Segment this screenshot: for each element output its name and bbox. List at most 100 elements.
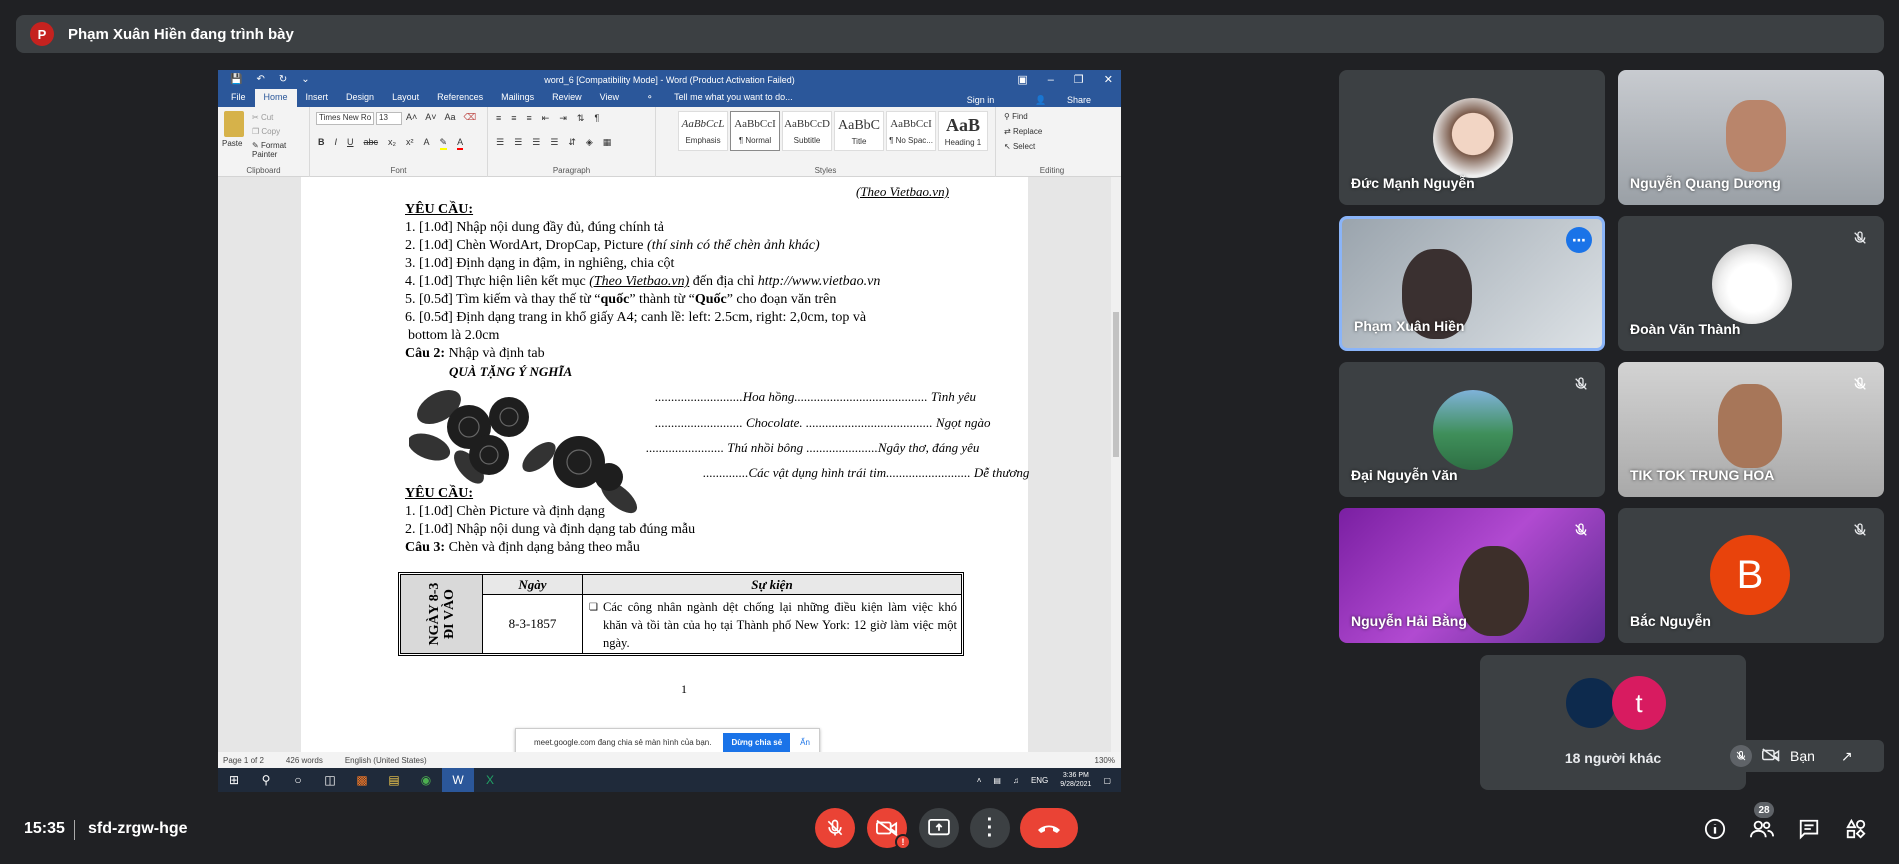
- underline-icon[interactable]: U: [347, 137, 354, 150]
- tab-view[interactable]: View: [591, 89, 628, 107]
- align-center-icon[interactable]: ☰: [514, 137, 522, 148]
- style-heading-1[interactable]: AaB Heading 1: [938, 111, 988, 151]
- self-mic-off-icon[interactable]: [1730, 745, 1752, 767]
- subscript-icon[interactable]: x₂: [388, 137, 396, 150]
- paste-icon[interactable]: [224, 111, 244, 137]
- more-options-button[interactable]: · · ·: [970, 808, 1010, 848]
- tab-home[interactable]: Home: [254, 89, 297, 107]
- justify-icon[interactable]: ☰: [550, 137, 558, 148]
- taskbar-clock[interactable]: 3:36 PM 9/28/2021: [1060, 771, 1091, 789]
- grow-font-icon[interactable]: A˄: [406, 112, 417, 123]
- excel-icon[interactable]: X: [474, 768, 506, 792]
- people-icon[interactable]: [1749, 816, 1775, 842]
- meeting-code[interactable]: sfd-zrgw-hge: [88, 820, 188, 838]
- replace-button[interactable]: ⇄ Replace: [1004, 127, 1042, 136]
- restore-icon[interactable]: ❐: [1074, 73, 1084, 86]
- shading-icon[interactable]: ◈: [586, 137, 593, 148]
- borders-icon[interactable]: ▦: [603, 137, 612, 148]
- style-no-spacing[interactable]: AaBbCcI ¶ No Spac...: [886, 111, 936, 151]
- input-language[interactable]: ENG: [1031, 776, 1048, 785]
- cut-button[interactable]: ✂ Cut: [252, 113, 273, 122]
- participant-tile[interactable]: Nguyễn Hải Bằng: [1339, 508, 1605, 643]
- highlight-icon[interactable]: ✎: [439, 137, 448, 150]
- participant-tile-active[interactable]: ⋯ Phạm Xuân Hiền: [1339, 216, 1605, 351]
- tab-layout[interactable]: Layout: [383, 89, 428, 107]
- font-color-icon[interactable]: A: [457, 137, 464, 150]
- camera-toggle-button[interactable]: !: [867, 808, 911, 850]
- chat-icon[interactable]: [1796, 816, 1822, 842]
- word-count[interactable]: 426 words: [286, 756, 323, 765]
- tab-file[interactable]: File: [222, 89, 255, 107]
- leave-call-button[interactable]: [1020, 808, 1078, 848]
- line-spacing-icon[interactable]: ⇵: [568, 137, 576, 148]
- participant-tile[interactable]: Nguyễn Quang Dương: [1618, 70, 1884, 205]
- language-status[interactable]: English (United States): [345, 756, 427, 765]
- participant-tile[interactable]: TIK TOK TRUNG HOA: [1618, 362, 1884, 497]
- hide-notice-link[interactable]: Ẩn: [800, 738, 810, 747]
- document-page[interactable]: (Theo Vietbao.vn) YÊU CẦU: 1. [1.0đ] Nhậ…: [301, 177, 1029, 752]
- align-left-icon[interactable]: ☰: [496, 137, 504, 148]
- network-icon[interactable]: ▤: [993, 776, 1001, 785]
- text-effects-icon[interactable]: A: [424, 137, 430, 150]
- search-icon[interactable]: ⚲: [250, 768, 282, 792]
- windows-start-icon[interactable]: ⊞: [218, 768, 250, 792]
- cortana-icon[interactable]: ○: [282, 768, 314, 792]
- tray-chevron-icon[interactable]: ˄: [977, 776, 982, 785]
- font-family-select[interactable]: Times New Ro: [316, 112, 374, 125]
- activities-icon[interactable]: [1843, 816, 1869, 842]
- tell-me-box[interactable]: ⚬ Tell me what you want to do...: [628, 89, 811, 107]
- tab-design[interactable]: Design: [337, 89, 383, 107]
- participant-tile[interactable]: Đức Mạnh Nguyễn: [1339, 70, 1605, 205]
- self-camera-off-icon[interactable]: [1762, 747, 1780, 765]
- stop-sharing-button[interactable]: Dừng chia sẻ: [723, 732, 791, 752]
- superscript-icon[interactable]: x²: [406, 137, 414, 150]
- align-right-icon[interactable]: ☰: [532, 137, 540, 148]
- format-painter-button[interactable]: ✎ Format Painter: [252, 141, 309, 159]
- participant-tile[interactable]: Đoàn Văn Thành: [1618, 216, 1884, 351]
- style-subtitle[interactable]: AaBbCcD Subtitle: [782, 111, 832, 151]
- meeting-info-icon[interactable]: [1702, 816, 1728, 842]
- style-title[interactable]: AaBbC Title: [834, 111, 884, 151]
- zoom-level[interactable]: 130%: [1095, 756, 1115, 765]
- select-button[interactable]: ↖ Select: [1004, 142, 1035, 151]
- style-emphasis[interactable]: AaBbCcL Emphasis: [678, 111, 728, 151]
- source-link[interactable]: (Theo Vietbao.vn): [856, 183, 949, 201]
- find-button[interactable]: ⚲ Find: [1004, 112, 1028, 121]
- clear-format-icon[interactable]: ⌫: [464, 112, 477, 123]
- chrome-icon[interactable]: ◉: [410, 768, 442, 792]
- multilevel-list-icon[interactable]: ≡: [527, 113, 532, 124]
- participant-tile[interactable]: Đại Nguyễn Văn: [1339, 362, 1605, 497]
- tab-mailings[interactable]: Mailings: [492, 89, 543, 107]
- font-size-select[interactable]: 13: [376, 112, 402, 125]
- bullets-icon[interactable]: ≡: [496, 113, 501, 124]
- page-count[interactable]: Page 1 of 2: [223, 756, 264, 765]
- req4-link-text[interactable]: (Theo Vietbao.vn): [589, 274, 689, 289]
- minimize-icon[interactable]: –: [1048, 74, 1054, 86]
- tab-references[interactable]: References: [428, 89, 492, 107]
- increase-indent-icon[interactable]: ⇥: [559, 113, 567, 124]
- numbering-icon[interactable]: ≡: [511, 113, 516, 124]
- tab-review[interactable]: Review: [543, 89, 591, 107]
- italic-icon[interactable]: I: [335, 137, 338, 150]
- copy-button[interactable]: ❐ Copy: [252, 127, 280, 136]
- expand-icon[interactable]: ↗: [1841, 748, 1853, 765]
- word-icon[interactable]: W: [442, 768, 474, 792]
- style-normal[interactable]: AaBbCcI ¶ Normal: [730, 111, 780, 151]
- notifications-icon[interactable]: ▢: [1103, 776, 1111, 785]
- other-participants-tile[interactable]: t 18 người khác: [1480, 655, 1746, 790]
- more-options-icon[interactable]: ⋯: [1566, 227, 1592, 253]
- pilcrow-icon[interactable]: ¶: [594, 113, 599, 124]
- close-icon[interactable]: ✕: [1104, 73, 1113, 86]
- decrease-indent-icon[interactable]: ⇤: [542, 113, 550, 124]
- vertical-scrollbar[interactable]: [1111, 177, 1121, 752]
- scrollbar-thumb[interactable]: [1113, 312, 1119, 457]
- bold-icon[interactable]: B: [318, 137, 325, 150]
- sort-icon[interactable]: ⇅: [577, 113, 585, 124]
- present-button[interactable]: [919, 808, 959, 848]
- task-view-icon[interactable]: ◫: [314, 768, 346, 792]
- tab-insert[interactable]: Insert: [297, 89, 338, 107]
- shrink-font-icon[interactable]: A˅: [425, 112, 436, 123]
- mic-toggle-button[interactable]: [815, 808, 855, 848]
- folder-icon[interactable]: ▤: [378, 768, 410, 792]
- participant-tile[interactable]: B Bắc Nguyễn: [1618, 508, 1884, 643]
